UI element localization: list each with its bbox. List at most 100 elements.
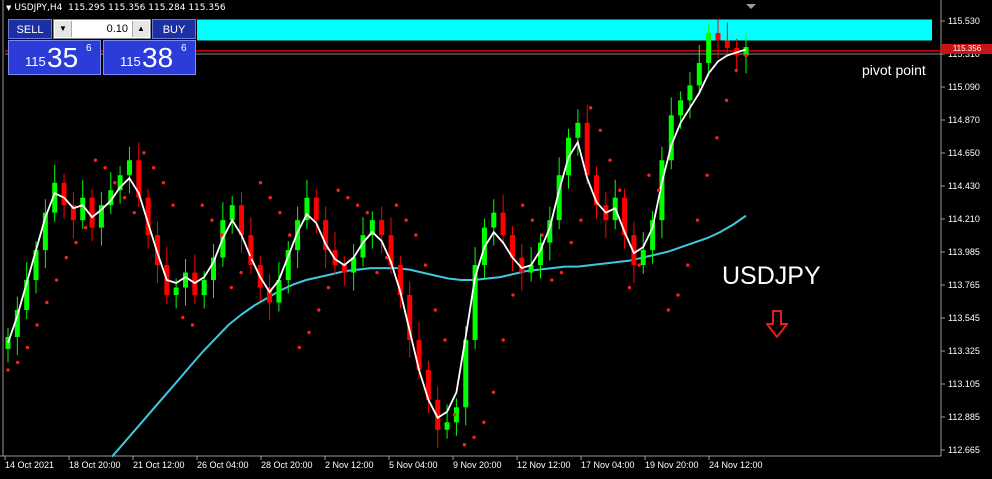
- time-tick-label: 28 Oct 20:00: [261, 460, 313, 470]
- candle[interactable]: [182, 272, 188, 288]
- candle[interactable]: [678, 100, 684, 116]
- parabolic-sar-dot: [93, 158, 98, 162]
- parabolic-sar-dot: [151, 166, 156, 170]
- parabolic-sar-dot: [346, 195, 350, 200]
- parabolic-sar-dot: [83, 225, 88, 230]
- candle[interactable]: [491, 212, 497, 228]
- parabolic-sar-dot: [219, 233, 224, 237]
- candle[interactable]: [201, 280, 207, 296]
- candle[interactable]: [724, 40, 730, 48]
- parabolic-sar-dot: [64, 255, 68, 260]
- price-tick-label: 113.765: [948, 280, 980, 290]
- sell-price-fraction: 6: [86, 43, 92, 54]
- parabolic-sar-dot: [25, 345, 30, 350]
- candle[interactable]: [313, 197, 319, 221]
- parabolic-sar-dot: [317, 308, 321, 312]
- price-tick-label: 114.650: [948, 148, 980, 158]
- parabolic-sar-dot: [6, 368, 10, 372]
- candle[interactable]: [715, 32, 721, 41]
- time-tick-label: 26 Oct 04:00: [197, 460, 249, 470]
- parabolic-sar-dot: [598, 128, 603, 133]
- parabolic-sar-dot: [627, 285, 632, 290]
- buy-button[interactable]: BUY: [152, 19, 196, 39]
- parabolic-sar-dot: [181, 315, 185, 320]
- parabolic-sar-dot: [326, 285, 331, 290]
- parabolic-sar-dot: [365, 210, 369, 215]
- candle[interactable]: [239, 205, 245, 236]
- triangle-down-icon[interactable]: ▼: [6, 4, 11, 12]
- parabolic-sar-dot: [724, 98, 729, 103]
- candle[interactable]: [696, 62, 702, 86]
- parabolic-sar-dot: [16, 360, 20, 365]
- candle[interactable]: [500, 212, 506, 236]
- candle[interactable]: [89, 197, 95, 228]
- parabolic-sar-dot: [501, 338, 505, 342]
- candle[interactable]: [575, 122, 581, 138]
- sell-price-quote[interactable]: 115 35 6: [8, 40, 101, 75]
- parabolic-sar-dot: [336, 188, 340, 192]
- price-tick-label: 115.530: [948, 16, 980, 26]
- time-tick-label: 19 Nov 20:00: [645, 460, 699, 470]
- parabolic-sar-dot: [142, 151, 146, 155]
- parabolic-sar-dot: [122, 195, 127, 200]
- parabolic-sar-dot: [229, 285, 234, 290]
- candle[interactable]: [61, 182, 67, 206]
- symbol-timeframe: USDJPY,H4: [14, 3, 63, 13]
- candle[interactable]: [687, 85, 693, 101]
- parabolic-sar-dot: [74, 240, 78, 245]
- parabolic-sar-dot: [637, 263, 641, 267]
- parabolic-sar-dot: [520, 203, 525, 207]
- candle[interactable]: [584, 122, 590, 176]
- down-arrow-icon: [766, 310, 788, 338]
- parabolic-sar-dot: [540, 233, 544, 237]
- parabolic-sar-dot: [511, 293, 515, 297]
- candle[interactable]: [640, 250, 646, 266]
- buy-price-quote[interactable]: 115 38 6: [103, 40, 196, 75]
- parabolic-sar-dot: [695, 218, 700, 222]
- candle[interactable]: [229, 205, 235, 221]
- sell-button[interactable]: SELL: [8, 19, 52, 39]
- parabolic-sar-dot: [530, 218, 535, 222]
- price-tick-label: 112.885: [948, 412, 980, 422]
- parabolic-sar-dot: [443, 338, 447, 342]
- lot-size-value[interactable]: 0.10: [107, 20, 128, 38]
- parabolic-sar-dot: [569, 240, 573, 245]
- candle[interactable]: [444, 422, 450, 430]
- parabolic-sar-dot: [171, 203, 175, 207]
- parabolic-sar-dot: [258, 181, 263, 185]
- time-tick-label: 21 Oct 12:00: [133, 460, 185, 470]
- parabolic-sar-dot: [462, 443, 467, 447]
- lot-size-stepper[interactable]: ▼ 0.10 ▲: [53, 19, 151, 39]
- parabolic-sar-dot: [355, 203, 360, 207]
- candle[interactable]: [341, 265, 347, 273]
- buy-price-prefix: 115: [120, 54, 141, 69]
- candle[interactable]: [126, 160, 132, 176]
- parabolic-sar-dot: [278, 210, 282, 215]
- price-tick-label: 114.870: [948, 115, 980, 125]
- current-price-label: 115.356: [942, 44, 992, 54]
- pivot-point-label: pivot point: [862, 62, 926, 78]
- one-click-trading-panel: SELL ▼ 0.10 ▲ BUY 115 35 6 115 38 6: [8, 19, 196, 75]
- parabolic-sar-dot: [268, 195, 272, 200]
- price-tick-label: 113.985: [948, 247, 980, 257]
- candle[interactable]: [706, 32, 712, 63]
- parabolic-sar-dot: [385, 255, 389, 260]
- time-tick-label: 14 Oct 2021: [5, 460, 54, 470]
- parabolic-sar-dot: [103, 166, 107, 170]
- parabolic-sar-dot: [414, 233, 418, 237]
- chart-title-bar: ▼ USDJPY,H4 115.295 115.356 115.284 115.3…: [6, 3, 226, 13]
- lot-increase-icon[interactable]: ▲: [132, 21, 149, 37]
- candle[interactable]: [173, 287, 179, 296]
- parabolic-sar-dot: [705, 173, 709, 177]
- parabolic-sar-dot: [200, 203, 204, 207]
- resistance-zone[interactable]: [197, 19, 932, 41]
- parabolic-sar-dot: [482, 420, 486, 424]
- candle[interactable]: [379, 220, 385, 236]
- parabolic-sar-dot: [210, 218, 214, 222]
- lot-decrease-icon[interactable]: ▼: [55, 21, 72, 37]
- price-tick-label: 112.665: [948, 445, 980, 455]
- time-tick-label: 2 Nov 12:00: [325, 460, 374, 470]
- price-tick-label: 114.430: [948, 181, 980, 191]
- parabolic-sar-dot: [715, 136, 719, 140]
- parabolic-sar-dot: [239, 270, 243, 275]
